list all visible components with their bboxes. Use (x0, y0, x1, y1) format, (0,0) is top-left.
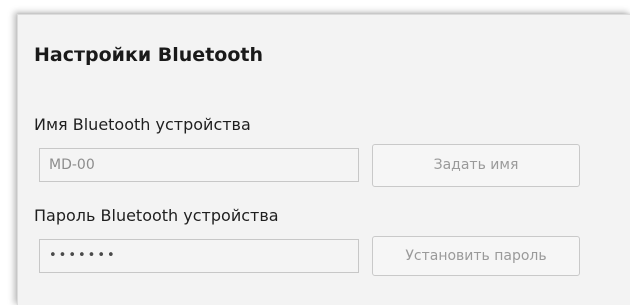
screen: Настройки Bluetooth Имя Bluetooth устрой… (0, 0, 630, 305)
set-name-button[interactable]: Задать имя (372, 144, 580, 187)
device-password-input[interactable]: ••••••• (39, 239, 359, 273)
panel-title: Настройки Bluetooth (34, 44, 263, 66)
bluetooth-settings-panel: Настройки Bluetooth Имя Bluetooth устрой… (17, 14, 630, 305)
device-name-input[interactable]: MD-00 (39, 148, 359, 182)
device-name-label: Имя Bluetooth устройства (34, 115, 251, 134)
set-password-button[interactable]: Установить пароль (372, 236, 580, 276)
device-password-label: Пароль Bluetooth устройства (34, 206, 279, 225)
